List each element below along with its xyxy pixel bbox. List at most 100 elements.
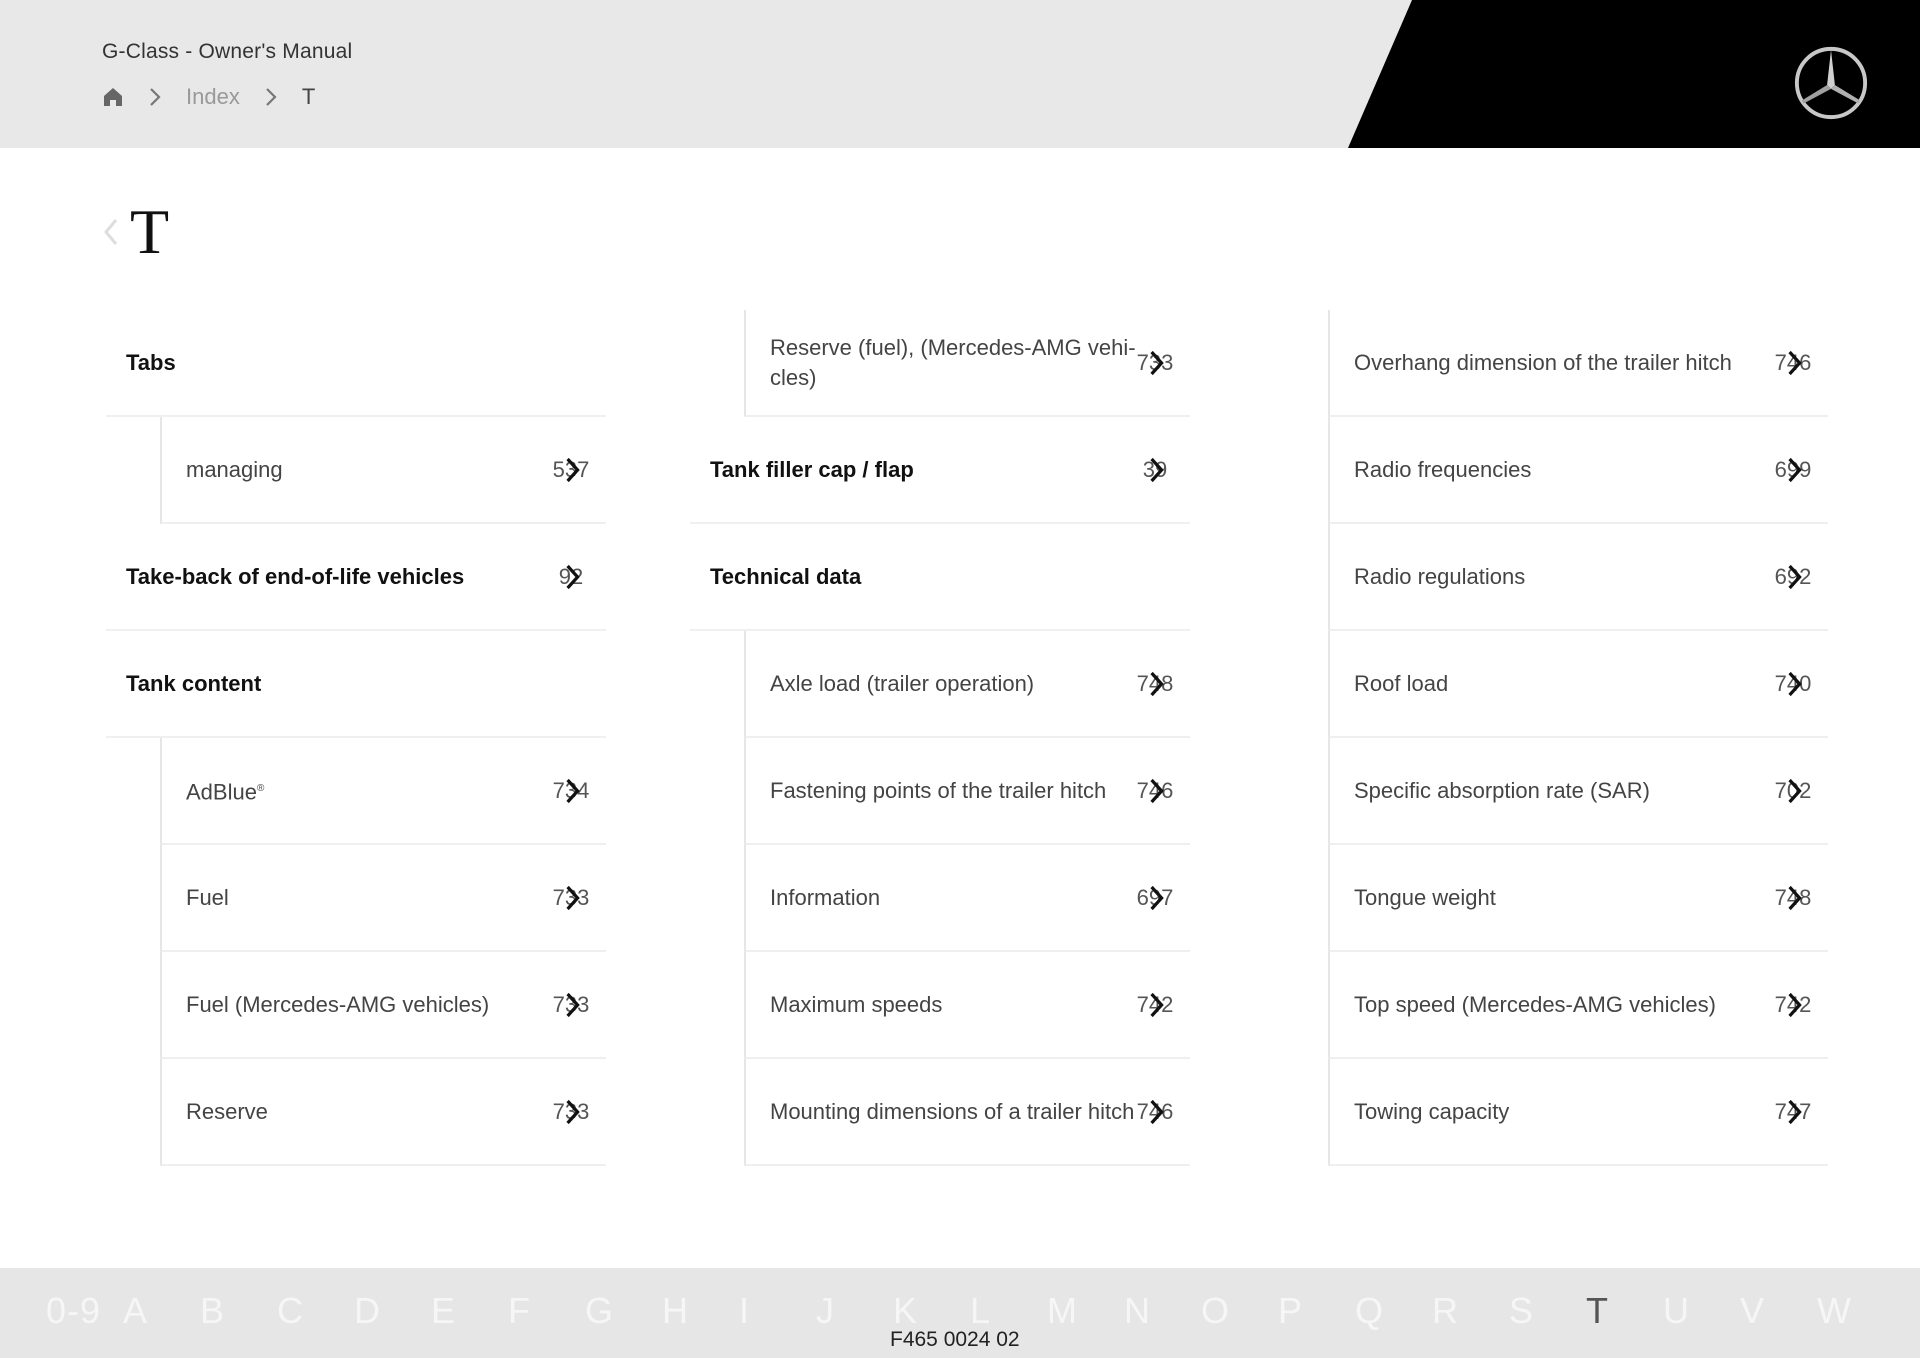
mercedes-star-logo[interactable] (1792, 44, 1870, 122)
entry-label-text: Tongue weight (1354, 884, 1496, 910)
alphabet-letter[interactable]: N (1124, 1290, 1201, 1332)
page-link[interactable]: 747 (1772, 1099, 1814, 1125)
index-heading-row[interactable]: Take-back of end-of-life vehicles 92 (106, 524, 606, 631)
alphabet-letter[interactable]: C (277, 1290, 354, 1332)
index-entry-row[interactable]: AdBlue® 734 (160, 738, 606, 845)
page-link[interactable]: 748 (1134, 671, 1176, 697)
page-link[interactable]: 92 (550, 564, 592, 590)
entry-label: Fastening points of the trailer hitch (770, 776, 1106, 806)
page-link[interactable]: 537 (550, 457, 592, 483)
alphabet-letter[interactable]: H (662, 1290, 739, 1332)
alphabet-letter[interactable]: B (200, 1290, 277, 1332)
index-entry-row[interactable]: Roof load 740 (1328, 631, 1828, 738)
chevron-right-icon[interactable] (1149, 349, 1165, 377)
page-link[interactable]: 39 (1134, 457, 1176, 483)
alphabet-letter[interactable]: S (1509, 1290, 1586, 1332)
alphabet-letter[interactable]: L (970, 1290, 1047, 1332)
index-entry-row[interactable]: managing 537 (160, 417, 606, 524)
index-heading-row[interactable]: Tank filler cap / flap 39 (690, 417, 1190, 524)
chevron-right-icon[interactable] (1149, 991, 1165, 1019)
alphabet-letter[interactable]: T (1586, 1290, 1663, 1332)
page-link[interactable]: 733 (1134, 350, 1176, 376)
alphabet-letter[interactable]: M (1047, 1290, 1124, 1332)
alphabet-letter[interactable]: Q (1355, 1290, 1432, 1332)
index-entry-row[interactable]: Reserve (fuel), (Mercedes-AMG vehi-cles)… (744, 310, 1190, 417)
index-entry-row[interactable]: Axle load (trailer operation) 748 (744, 631, 1190, 738)
app-title: G-Class - Owner's Manual (102, 40, 353, 63)
index-entry-row[interactable]: Fuel 733 (160, 845, 606, 952)
page-link[interactable]: 699 (1772, 457, 1814, 483)
page-link[interactable]: 733 (550, 992, 592, 1018)
chevron-right-icon[interactable] (565, 456, 581, 484)
page-link[interactable]: 746 (1134, 1099, 1176, 1125)
alphabet-letter[interactable]: O (1201, 1290, 1278, 1332)
entry-label-text: Reserve (fuel), (Mercedes-AMG vehi-cles) (770, 334, 1136, 390)
alphabet-letter[interactable]: F (508, 1290, 585, 1332)
index-entry-row[interactable]: Information 697 (744, 845, 1190, 952)
index-entry-row[interactable]: Radio frequencies 699 (1328, 417, 1828, 524)
chevron-right-icon[interactable] (1787, 884, 1803, 912)
alphabet-letter[interactable]: U (1663, 1290, 1740, 1332)
index-entry-row[interactable]: Maximum speeds 742 (744, 952, 1190, 1059)
chevron-right-icon[interactable] (1149, 670, 1165, 698)
chevron-right-icon[interactable] (1149, 1098, 1165, 1126)
page-link[interactable]: 702 (1772, 778, 1814, 804)
chevron-right-icon[interactable] (565, 563, 581, 591)
index-entry-row[interactable]: Top speed (Mercedes-AMG vehicles) 742 (1328, 952, 1828, 1059)
chevron-right-icon[interactable] (1787, 670, 1803, 698)
alphabet-letter[interactable]: W (1817, 1290, 1894, 1332)
chevron-left-icon[interactable] (100, 212, 122, 252)
page-link[interactable]: 742 (1134, 992, 1176, 1018)
alphabet-letter[interactable]: V (1740, 1290, 1817, 1332)
alphabet-letter[interactable]: K (893, 1290, 970, 1332)
page-link[interactable]: 733 (550, 885, 592, 911)
alphabet-letter[interactable]: R (1432, 1290, 1509, 1332)
chevron-right-icon[interactable] (565, 777, 581, 805)
breadcrumb-index[interactable]: Index (186, 84, 240, 110)
alphabet-letter[interactable]: D (354, 1290, 431, 1332)
index-entry-row[interactable]: Specific absorption rate (SAR) 702 (1328, 738, 1828, 845)
index-entry-row[interactable]: Reserve 733 (160, 1059, 606, 1166)
index-entry-row[interactable]: Fastening points of the trailer hitch 746 (744, 738, 1190, 845)
chevron-right-icon[interactable] (1787, 563, 1803, 591)
entry-label: Fuel (186, 883, 229, 913)
chevron-right-icon[interactable] (1787, 991, 1803, 1019)
header: G-Class - Owner's Manual Index T (0, 0, 1920, 148)
alphabet-letter[interactable]: J (816, 1290, 893, 1332)
chevron-right-icon[interactable] (565, 991, 581, 1019)
chevron-right-icon[interactable] (1149, 456, 1165, 484)
chevron-right-icon[interactable] (1149, 884, 1165, 912)
page-link[interactable]: 742 (1772, 992, 1814, 1018)
page-link[interactable]: 748 (1772, 885, 1814, 911)
page-link[interactable]: 746 (1134, 778, 1176, 804)
index-entry-row[interactable]: Towing capacity 747 (1328, 1059, 1828, 1166)
page-link[interactable]: 697 (1134, 885, 1176, 911)
chevron-right-icon[interactable] (1787, 777, 1803, 805)
alphabet-letter[interactable]: P (1278, 1290, 1355, 1332)
alphabet-letter[interactable]: 0-9 (46, 1290, 123, 1332)
page-link[interactable]: 734 (550, 778, 592, 804)
chevron-right-icon[interactable] (1787, 456, 1803, 484)
entry-label: Take-back of end-of-life vehicles (126, 562, 464, 592)
chevron-right-icon[interactable] (565, 1098, 581, 1126)
entry-label: Roof load (1354, 669, 1448, 699)
index-entry-row[interactable]: Fuel (Mercedes-AMG vehicles) 733 (160, 952, 606, 1059)
page-link[interactable]: 733 (550, 1099, 592, 1125)
page-link[interactable]: 746 (1772, 350, 1814, 376)
chevron-right-icon[interactable] (565, 884, 581, 912)
alphabet-letter[interactable]: E (431, 1290, 508, 1332)
alphabet-letter[interactable]: A (123, 1290, 200, 1332)
chevron-right-icon[interactable] (1787, 349, 1803, 377)
index-entry-row[interactable]: Mounting dimensions of a trailer hitch 74… (744, 1059, 1190, 1166)
entry-label: Information (770, 883, 880, 913)
index-entry-row[interactable]: Radio regulations 692 (1328, 524, 1828, 631)
page-link[interactable]: 740 (1772, 671, 1814, 697)
chevron-right-icon[interactable] (1149, 777, 1165, 805)
chevron-right-icon[interactable] (1787, 1098, 1803, 1126)
alphabet-letter[interactable]: G (585, 1290, 662, 1332)
page-link[interactable]: 692 (1772, 564, 1814, 590)
alphabet-letter[interactable]: I (739, 1290, 816, 1332)
home-icon[interactable] (102, 86, 124, 108)
index-entry-row[interactable]: Overhang dimension of the trailer hitch 7… (1328, 310, 1828, 417)
index-entry-row[interactable]: Tongue weight 748 (1328, 845, 1828, 952)
